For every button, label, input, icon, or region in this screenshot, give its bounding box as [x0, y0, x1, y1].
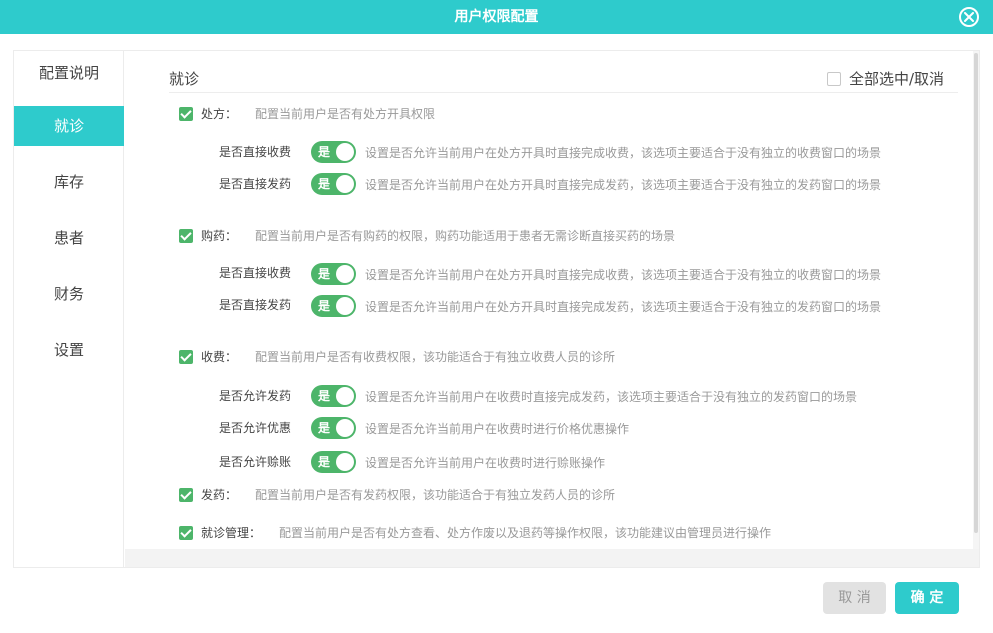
option-desc: 设置是否允许当前用户在收费时进行价格优惠操作 [365, 422, 630, 436]
option-label: 是否直接收费 [219, 266, 292, 280]
permission-dispense: 发药： 配置当前用户是否有发药权限，该功能适合于有独立发药人员的诊所 [179, 486, 615, 503]
toggle-knob [336, 143, 354, 161]
cancel-button[interactable]: 取 消 [823, 582, 886, 614]
toggle-text: 是 [318, 455, 331, 469]
option-label: 是否允许发药 [219, 389, 292, 403]
content-footer-strip [125, 549, 979, 567]
permission-desc: 配置当前用户是否有处方查看、处方作废以及退药等操作权限，该功能建议由管理员进行操… [279, 526, 772, 540]
sidebar-item-visit[interactable]: 就诊 [14, 106, 124, 146]
permission-desc: 配置当前用户是否有收费权限，该功能适合于有独立收费人员的诊所 [255, 350, 616, 364]
sidebar-item-inventory[interactable]: 库存 [14, 162, 124, 202]
option-desc: 设置是否允许当前用户在处方开具时直接完成发药，该选项主要适合于没有独立的发药窗口… [365, 300, 882, 314]
check-icon[interactable] [179, 349, 193, 364]
content-area: 就诊 全部选中/取消 处方： 配置当前用户是否有处方开具权限 是否直接收费 是 … [125, 51, 979, 549]
toggle-knob [336, 175, 354, 193]
sidebar: 配置说明 就诊 库存 患者 财务 设置 [14, 51, 124, 567]
select-all-checkbox[interactable]: 全部选中/取消 [827, 68, 944, 89]
toggle-switch[interactable]: 是 [311, 295, 356, 317]
toggle-switch[interactable]: 是 [311, 451, 356, 473]
scrollbar[interactable] [973, 51, 979, 549]
close-icon[interactable] [959, 7, 979, 27]
toggle-text: 是 [318, 267, 331, 281]
toggle-knob [336, 297, 354, 315]
permission-desc: 配置当前用户是否有处方开具权限 [255, 107, 436, 121]
permission-label: 处方： [201, 107, 238, 121]
option-desc: 设置是否允许当前用户在收费时直接完成发药，该选项主要适合于没有独立的发药窗口的场… [365, 390, 858, 404]
option-label: 是否直接收费 [219, 145, 292, 159]
scrollbar-thumb[interactable] [974, 53, 978, 533]
permission-label: 收费： [201, 350, 238, 364]
toggle-switch[interactable]: 是 [311, 263, 356, 285]
config-panel: 配置说明 就诊 库存 患者 财务 设置 就诊 全部选中/取消 处方： 配置当前用… [13, 50, 980, 568]
permission-desc: 配置当前用户是否有发药权限，该功能适合于有独立发药人员的诊所 [255, 488, 616, 502]
permission-label: 购药： [201, 229, 238, 243]
toggle-switch[interactable]: 是 [311, 417, 356, 439]
option-desc: 设置是否允许当前用户在处方开具时直接完成收费，该选项主要适合于没有独立的收费窗口… [365, 268, 882, 282]
option-label: 是否直接发药 [219, 177, 292, 191]
permission-label: 就诊管理： [201, 526, 262, 540]
check-icon[interactable] [179, 487, 193, 502]
toggle-switch[interactable]: 是 [311, 173, 356, 195]
section-title: 就诊 [169, 70, 200, 88]
toggle-knob [336, 453, 354, 471]
sidebar-item-finance[interactable]: 财务 [14, 274, 124, 314]
toggle-text: 是 [318, 145, 331, 159]
permission-label: 发药： [201, 488, 238, 502]
option-label: 是否允许赊账 [219, 455, 292, 469]
sidebar-title: 配置说明 [38, 64, 99, 82]
divider [169, 92, 958, 93]
sidebar-item-settings[interactable]: 设置 [14, 330, 124, 370]
permission-prescription: 处方： 配置当前用户是否有处方开具权限 [179, 105, 435, 122]
toggle-knob [336, 419, 354, 437]
toggle-text: 是 [318, 177, 331, 191]
dialog-title: 用户权限配置 [454, 9, 539, 25]
confirm-button[interactable]: 确 定 [895, 582, 959, 614]
toggle-switch[interactable]: 是 [311, 385, 356, 407]
toggle-text: 是 [318, 299, 331, 313]
check-icon[interactable] [179, 525, 193, 540]
check-icon[interactable] [179, 228, 193, 243]
option-desc: 设置是否允许当前用户在处方开具时直接完成发药，该选项主要适合于没有独立的发药窗口… [365, 178, 882, 192]
toggle-switch[interactable]: 是 [311, 141, 356, 163]
toggle-knob [336, 265, 354, 283]
dialog-titlebar: 用户权限配置 [0, 0, 993, 34]
check-icon[interactable] [179, 106, 193, 121]
checkbox-icon [827, 71, 841, 86]
option-label: 是否允许优惠 [219, 421, 292, 435]
select-all-label: 全部选中/取消 [849, 70, 945, 88]
option-desc: 设置是否允许当前用户在收费时进行赊账操作 [365, 456, 606, 470]
option-label: 是否直接发药 [219, 298, 292, 312]
permission-visit-management: 就诊管理： 配置当前用户是否有处方查看、处方作废以及退药等操作权限，该功能建议由… [179, 524, 771, 541]
option-desc: 设置是否允许当前用户在处方开具时直接完成收费，该选项主要适合于没有独立的收费窗口… [365, 146, 882, 160]
permission-charge: 收费： 配置当前用户是否有收费权限，该功能适合于有独立收费人员的诊所 [179, 348, 615, 365]
toggle-text: 是 [318, 421, 331, 435]
sidebar-item-patient[interactable]: 患者 [14, 218, 124, 258]
toggle-knob [336, 387, 354, 405]
permission-purchase: 购药： 配置当前用户是否有购药的权限，购药功能适用于患者无需诊断直接买药的场景 [179, 227, 675, 244]
toggle-text: 是 [318, 389, 331, 403]
permission-desc: 配置当前用户是否有购药的权限，购药功能适用于患者无需诊断直接买药的场景 [255, 229, 676, 243]
